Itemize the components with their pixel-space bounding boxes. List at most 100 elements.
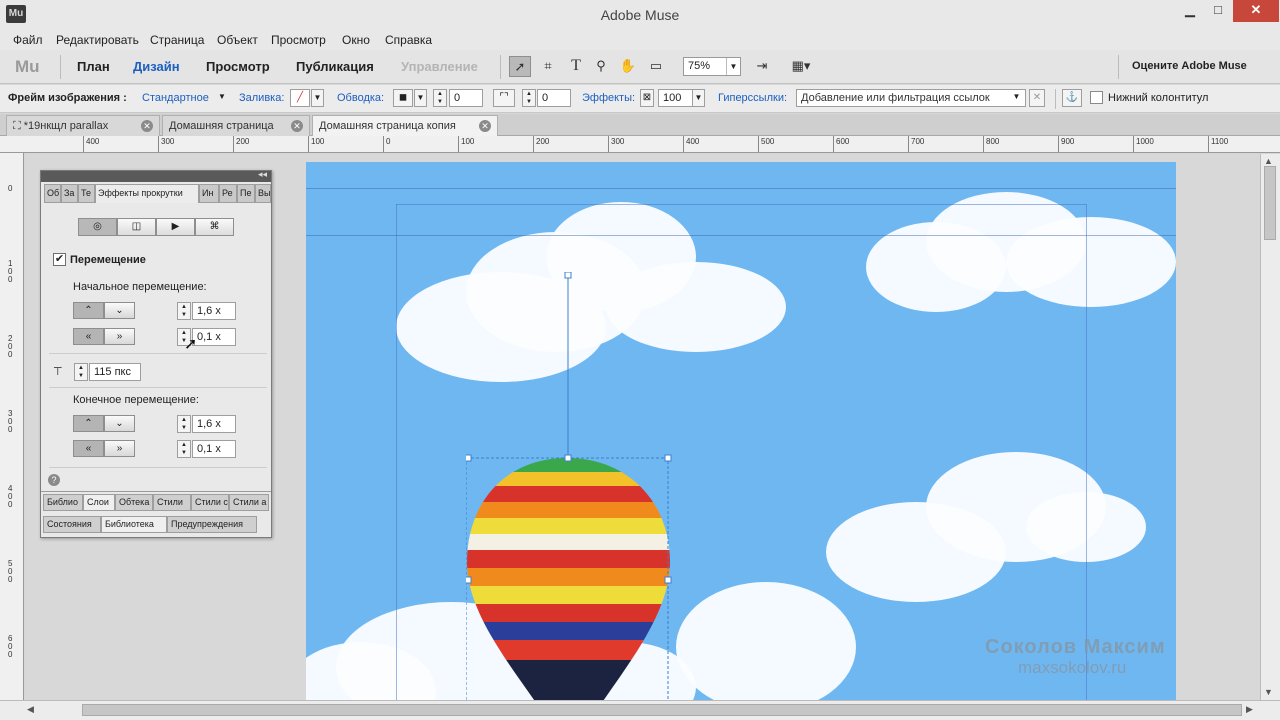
selection-tool-icon[interactable]: ➚ [509, 56, 531, 77]
tab-panel[interactable]: За [61, 184, 78, 203]
rate-muse-link[interactable]: Оцените Adobe Muse [1132, 60, 1247, 72]
fade-icon[interactable]: ◫ [117, 218, 156, 236]
help-icon[interactable]: ? [48, 474, 60, 486]
scroll-thumb[interactable] [82, 704, 1242, 716]
anchor-icon[interactable]: ⚓ [1062, 89, 1082, 107]
tab-panel[interactable]: Ре [219, 184, 237, 203]
hyperlinks-label[interactable]: Гиперссылки: [718, 92, 787, 104]
tab-styles[interactable]: Стили [153, 494, 191, 511]
final-horizontal-input[interactable]: 0,1 x [192, 440, 236, 458]
tab-layers[interactable]: Слои [83, 494, 115, 511]
scroll-motion-icon[interactable]: ◎ [78, 218, 117, 236]
tab-manage[interactable]: Управление [401, 59, 478, 74]
tab-styles[interactable]: Стили а [229, 494, 269, 511]
minimize-button[interactable]: ▁ [1176, 0, 1204, 22]
tab-states[interactable]: Состояния [43, 516, 101, 533]
spinner-icon[interactable]: ▲ ▼ [177, 415, 191, 433]
doc-tab[interactable]: ⛶ *19нкщл parallax ✕ [6, 115, 160, 136]
move-right-icon[interactable]: » [104, 440, 135, 457]
chevron-down-icon[interactable]: ▼ [218, 92, 226, 101]
key-position-input[interactable]: 115 пкс [89, 363, 141, 381]
collapse-icon[interactable]: ◂◂ [258, 169, 267, 180]
opacity-icon[interactable]: ⊠ [640, 89, 654, 107]
scroll-right-icon[interactable]: ▶ [1246, 704, 1253, 715]
sky-image[interactable] [306, 162, 1176, 700]
place-icon[interactable]: ⇥ [751, 56, 773, 77]
menu-help[interactable]: Справка [385, 33, 432, 47]
corner-options-icon[interactable]: ⌜⌝ [493, 89, 515, 107]
tab-libraries[interactable]: Библио [43, 494, 83, 511]
tab-panel[interactable]: Те [78, 184, 95, 203]
move-down-icon[interactable]: ⌄ [104, 415, 135, 432]
initial-horizontal-input[interactable]: 0,1 x [192, 328, 236, 346]
move-up-icon[interactable]: ⌃ [73, 302, 104, 319]
hand-tool-icon[interactable]: ✋ [617, 56, 639, 77]
spinner-icon[interactable]: ▲ ▼ [177, 440, 191, 458]
horizontal-scrollbar[interactable]: ◀ ▶ [0, 700, 1280, 720]
chevron-down-icon[interactable]: ▼ [1010, 89, 1023, 107]
rectangle-tool-icon[interactable]: ▭ [645, 56, 667, 77]
fill-swatch[interactable]: ╱ [290, 89, 310, 107]
menu-object[interactable]: Объект [217, 33, 258, 47]
move-right-icon[interactable]: » [104, 328, 135, 345]
zoom-select[interactable]: 75% ▼ [683, 57, 741, 76]
text-tool-icon[interactable]: T [565, 56, 587, 77]
menu-file[interactable]: Файл [13, 33, 43, 47]
doc-tab[interactable]: Домашняя страница ✕ [162, 115, 310, 136]
spinner-icon[interactable]: ▲ ▼ [522, 89, 536, 107]
tab-warnings[interactable]: Предупреждения [167, 516, 257, 533]
tab-panel[interactable]: Пе [237, 184, 255, 203]
scroll-effects-panel[interactable]: ◂◂ Об За Те Эффекты прокрутки Ин Ре Пе В… [40, 169, 272, 538]
maximize-button[interactable]: □ [1204, 0, 1232, 22]
tab-design[interactable]: Дизайн [133, 59, 180, 74]
vertical-ruler[interactable]: 0 100 200 300 400 500 600 [0, 153, 24, 700]
panel-header[interactable]: ◂◂ [41, 169, 271, 182]
close-icon[interactable]: ✕ [141, 120, 153, 132]
hyperlinks-input[interactable]: Добавление или фильтрация ссылок [796, 89, 1026, 107]
move-left-icon[interactable]: « [73, 440, 104, 457]
stroke-swatch[interactable]: ◼ [393, 89, 413, 107]
fill-label[interactable]: Заливка: [239, 92, 284, 104]
slideshow-icon[interactable]: ▶ [156, 218, 195, 236]
tab-preview[interactable]: Просмотр [206, 59, 270, 74]
menu-page[interactable]: Страница [150, 33, 204, 47]
chevron-down-icon[interactable]: ▼ [414, 89, 427, 107]
balloon-image[interactable] [466, 272, 672, 700]
spinner-icon[interactable]: ▲ ▼ [74, 363, 88, 381]
spinner-icon[interactable]: ▲ ▼ [177, 302, 191, 320]
chevron-down-icon[interactable]: ▼ [311, 89, 324, 107]
corner-radius-input[interactable]: 0 [537, 89, 571, 107]
close-icon[interactable]: ✕ [479, 120, 491, 132]
horizontal-ruler[interactable]: 400 300 200 100 0 100 200 300 400 500 600 700 800 900… [0, 136, 1280, 153]
frame-select[interactable]: Стандартное [142, 92, 209, 104]
menu-edit[interactable]: Редактировать [56, 33, 139, 47]
effects-label[interactable]: Эффекты: [582, 92, 635, 104]
tab-panel[interactable]: Вы [255, 184, 271, 203]
stroke-width-input[interactable]: 0 [449, 89, 483, 107]
zoom-tool-icon[interactable]: ⚲ [590, 56, 612, 77]
tab-library[interactable]: Библиотека [101, 516, 167, 533]
vertical-scrollbar[interactable]: ▲ ▼ [1260, 154, 1280, 700]
tab-panel[interactable]: Об [44, 184, 61, 203]
close-button[interactable]: ✕ [1233, 0, 1279, 22]
tab-wrap[interactable]: Обтека [115, 494, 153, 511]
initial-vertical-input[interactable]: 1,6 x [192, 302, 236, 320]
menu-window[interactable]: Окно [342, 33, 370, 47]
tab-publish[interactable]: Публикация [296, 59, 374, 74]
widget-icon[interactable]: ⌘ [195, 218, 234, 236]
chevron-down-icon[interactable]: ▼ [692, 89, 705, 107]
spinner-icon[interactable]: ▲ ▼ [433, 89, 447, 107]
final-vertical-input[interactable]: 1,6 x [192, 415, 236, 433]
scroll-left-icon[interactable]: ◀ [27, 704, 34, 715]
view-options-icon[interactable]: ▦▾ [785, 56, 817, 77]
move-left-icon[interactable]: « [73, 328, 104, 345]
scroll-thumb[interactable] [1264, 166, 1276, 240]
chevron-down-icon[interactable]: ▼ [726, 58, 740, 75]
menu-view[interactable]: Просмотр [271, 33, 326, 47]
tab-plan[interactable]: План [77, 59, 110, 74]
close-icon[interactable]: ✕ [291, 120, 303, 132]
footer-checkbox[interactable] [1090, 91, 1103, 104]
scroll-down-icon[interactable]: ▼ [1264, 687, 1273, 697]
crop-tool-icon[interactable]: ⌗ [537, 56, 559, 77]
scroll-up-icon[interactable]: ▲ [1264, 156, 1273, 166]
